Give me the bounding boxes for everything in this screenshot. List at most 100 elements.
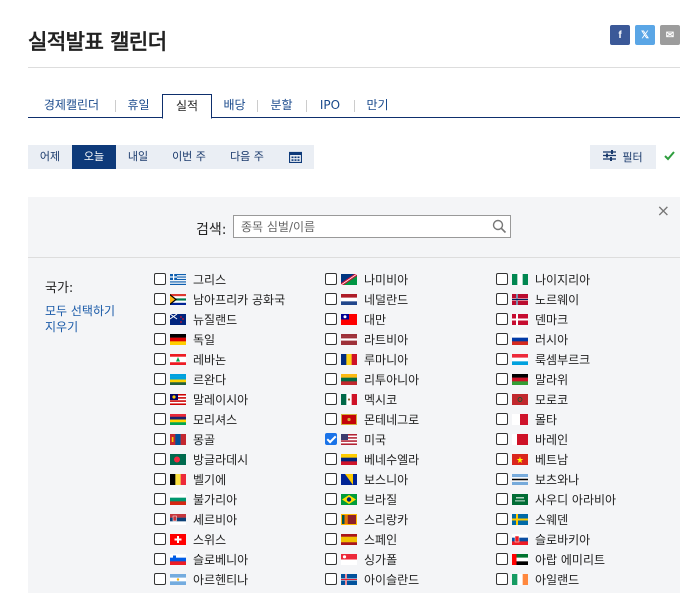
country-item[interactable]: 뉴질랜드: [154, 309, 237, 329]
tab-5[interactable]: 분할: [257, 94, 306, 118]
tab-3[interactable]: 실적: [162, 94, 212, 119]
country-checkbox[interactable]: [325, 413, 337, 425]
country-checkbox[interactable]: [154, 393, 166, 405]
country-checkbox[interactable]: [496, 413, 508, 425]
country-item[interactable]: 아이슬란드: [325, 569, 419, 589]
country-checkbox[interactable]: [154, 273, 166, 285]
calendar-icon[interactable]: [276, 145, 314, 169]
country-checkbox[interactable]: [325, 393, 337, 405]
country-item[interactable]: 싱가폴: [325, 549, 397, 569]
country-checkbox[interactable]: [325, 373, 337, 385]
country-item[interactable]: 덴마크: [496, 309, 568, 329]
country-checkbox[interactable]: [325, 533, 337, 545]
country-item[interactable]: 몽골: [154, 429, 215, 449]
country-checkbox[interactable]: [496, 473, 508, 485]
country-checkbox[interactable]: [496, 293, 508, 305]
country-checkbox[interactable]: [496, 313, 508, 325]
country-checkbox[interactable]: [496, 533, 508, 545]
country-checkbox[interactable]: [154, 533, 166, 545]
country-item[interactable]: 보츠와나: [496, 469, 579, 489]
clear-all-link[interactable]: 지우기: [45, 318, 78, 335]
country-checkbox[interactable]: [154, 453, 166, 465]
country-checkbox[interactable]: [496, 373, 508, 385]
country-item[interactable]: 스리랑카: [325, 509, 408, 529]
country-item[interactable]: 바레인: [496, 429, 568, 449]
country-item[interactable]: 남아프리카 공화국: [154, 289, 285, 309]
country-checkbox[interactable]: [154, 413, 166, 425]
country-item[interactable]: 보스니아: [325, 469, 408, 489]
country-checkbox[interactable]: [325, 453, 337, 465]
tab-6[interactable]: IPO: [306, 94, 354, 118]
country-item[interactable]: 벨기에: [154, 469, 226, 489]
day-button-1[interactable]: 어제: [28, 145, 72, 169]
country-item[interactable]: 라트비아: [325, 329, 408, 349]
country-checkbox[interactable]: [154, 293, 166, 305]
country-item[interactable]: 네덜란드: [325, 289, 408, 309]
country-item[interactable]: 멕시코: [325, 389, 397, 409]
country-item[interactable]: 스웨덴: [496, 509, 568, 529]
country-checkbox[interactable]: [496, 393, 508, 405]
country-item[interactable]: 슬로베니아: [154, 549, 248, 569]
country-item[interactable]: 대만: [325, 309, 386, 329]
facebook-icon[interactable]: f: [610, 25, 630, 45]
close-icon[interactable]: ×: [657, 201, 670, 220]
country-checkbox[interactable]: [154, 553, 166, 565]
day-button-5[interactable]: 다음 주: [218, 145, 276, 169]
country-item[interactable]: 말레이시아: [154, 389, 248, 409]
country-checkbox[interactable]: [496, 333, 508, 345]
country-checkbox[interactable]: [154, 573, 166, 585]
country-item[interactable]: 사우디 아라비아: [496, 489, 616, 509]
country-item[interactable]: 모로코: [496, 389, 568, 409]
country-item[interactable]: 아일랜드: [496, 569, 579, 589]
country-item[interactable]: 미국: [325, 429, 386, 449]
country-item[interactable]: 브라질: [325, 489, 397, 509]
country-checkbox[interactable]: [154, 433, 166, 445]
country-item[interactable]: 리투아니아: [325, 369, 419, 389]
country-checkbox[interactable]: [325, 473, 337, 485]
country-checkbox[interactable]: [325, 553, 337, 565]
country-checkbox[interactable]: [154, 373, 166, 385]
country-item[interactable]: 룩셈부르크: [496, 349, 590, 369]
country-checkbox[interactable]: [325, 333, 337, 345]
country-checkbox[interactable]: [325, 353, 337, 365]
country-item[interactable]: 방글라데시: [154, 449, 248, 469]
country-checkbox[interactable]: [325, 573, 337, 585]
country-checkbox[interactable]: [325, 293, 337, 305]
country-item[interactable]: 노르웨이: [496, 289, 579, 309]
country-checkbox[interactable]: [325, 313, 337, 325]
country-item[interactable]: 세르비아: [154, 509, 237, 529]
country-checkbox[interactable]: [496, 573, 508, 585]
country-item[interactable]: 스위스: [154, 529, 226, 549]
day-button-4[interactable]: 이번 주: [160, 145, 218, 169]
country-checkbox[interactable]: [496, 433, 508, 445]
tab-2[interactable]: 휴일: [115, 94, 162, 118]
country-checkbox[interactable]: [325, 513, 337, 525]
country-item[interactable]: 불가리아: [154, 489, 237, 509]
country-checkbox[interactable]: [154, 473, 166, 485]
select-all-link[interactable]: 모두 선택하기: [45, 302, 115, 319]
country-item[interactable]: 러시아: [496, 329, 568, 349]
country-item[interactable]: 베트남: [496, 449, 568, 469]
country-checkbox[interactable]: [496, 553, 508, 565]
filter-button[interactable]: 필터: [590, 145, 656, 169]
country-item[interactable]: 스페인: [325, 529, 397, 549]
mail-icon[interactable]: ✉: [660, 25, 680, 45]
country-item[interactable]: 몰타: [496, 409, 557, 429]
country-checkbox[interactable]: [496, 273, 508, 285]
tab-1[interactable]: 경제캘린더: [28, 94, 115, 118]
country-checkbox[interactable]: [325, 273, 337, 285]
country-item[interactable]: 말라위: [496, 369, 568, 389]
tab-4[interactable]: 배당: [212, 94, 257, 118]
x-twitter-icon[interactable]: 𝕏: [635, 25, 655, 45]
country-checkbox[interactable]: [496, 353, 508, 365]
country-item[interactable]: 나이지리아: [496, 269, 590, 289]
country-checkbox[interactable]: [496, 493, 508, 505]
country-item[interactable]: 아르헨티나: [154, 569, 248, 589]
country-item[interactable]: 나미비아: [325, 269, 408, 289]
country-checkbox[interactable]: [154, 353, 166, 365]
country-item[interactable]: 슬로바키아: [496, 529, 590, 549]
country-item[interactable]: 루마니아: [325, 349, 408, 369]
tab-7[interactable]: 만기: [354, 94, 401, 118]
country-item[interactable]: 독일: [154, 329, 215, 349]
country-item[interactable]: 르완다: [154, 369, 226, 389]
